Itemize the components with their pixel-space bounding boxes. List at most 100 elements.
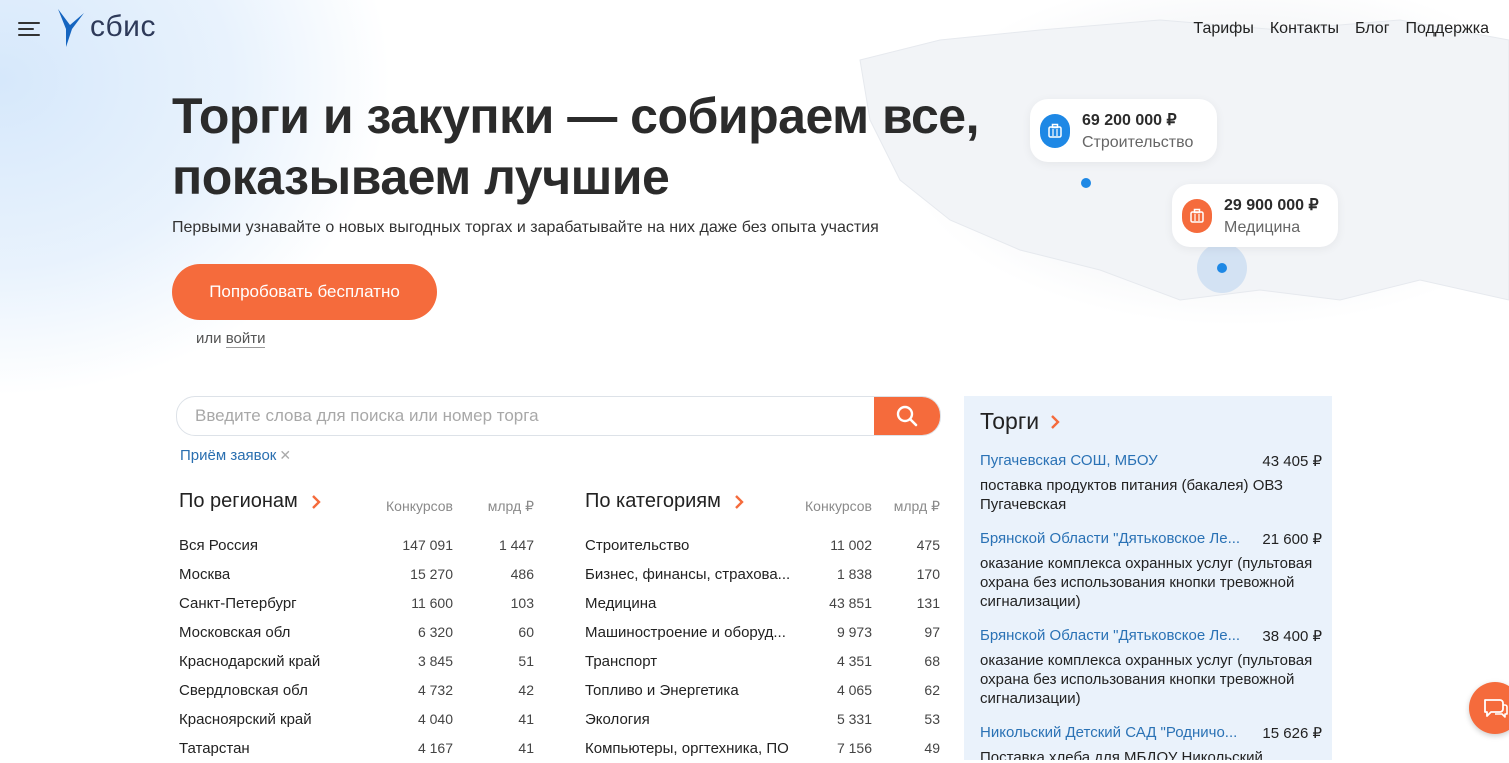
category-count: 11 002	[830, 537, 872, 553]
category-name: Строительство	[585, 537, 690, 554]
category-count: 4 351	[836, 653, 872, 669]
region-count: 11 600	[411, 595, 453, 611]
region-sum: 51	[518, 653, 534, 669]
regions-col-sum: млрд ₽	[487, 498, 534, 514]
hero-title: Торги и закупки — собираем все, показыва…	[172, 86, 1032, 208]
tender-item[interactable]: Никольский Детский САД "Родничо... 15 62…	[980, 724, 1322, 760]
tender-item[interactable]: Брянской Области "Дятьковское Ле... 21 6…	[980, 530, 1322, 611]
chevron-right-icon	[1051, 414, 1060, 429]
region-count: 4 167	[417, 740, 453, 756]
map-card-amount: 69 200 000 ₽	[1082, 111, 1177, 129]
nav-link-contacts[interactable]: Контакты	[1270, 20, 1339, 38]
nav-link-support[interactable]: Поддержка	[1406, 20, 1489, 38]
map-point	[1217, 263, 1227, 273]
map-card-medicine[interactable]: 29 900 000 ₽ Медицина	[1172, 184, 1338, 247]
search-button[interactable]	[874, 397, 940, 435]
list-item[interactable]: Свердловская обл 4 732 42	[179, 676, 534, 705]
list-item[interactable]: Машиностроение и оборуд... 9 973 97	[585, 618, 940, 647]
category-name: Бизнес, финансы, страхова...	[585, 566, 791, 583]
list-item[interactable]: Топливо и Энергетика 4 065 62	[585, 676, 940, 705]
region-sum: 41	[518, 740, 534, 756]
tender-price: 43 405 ₽	[1262, 453, 1322, 470]
category-count: 1 838	[836, 566, 872, 582]
tender-description: поставка продуктов питания (бакалея) ОВЗ…	[980, 477, 1283, 513]
tender-org-link[interactable]: Пугачевская СОШ, МБОУ	[980, 452, 1254, 469]
region-sum: 486	[510, 566, 534, 582]
tender-description: оказание комплекса охранных услуг (пульт…	[980, 555, 1313, 610]
tender-description: Поставка хлеба для МБДОУ Никольский	[980, 749, 1263, 760]
category-count: 7 156	[836, 740, 872, 756]
search-icon	[896, 405, 918, 427]
category-sum: 131	[916, 595, 940, 611]
list-item[interactable]: Вся Россия 147 091 1 447	[179, 531, 534, 560]
region-sum: 103	[510, 595, 534, 611]
category-sum: 68	[924, 653, 940, 669]
or-login-line: или войти	[196, 330, 266, 348]
categories-col-sum: млрд ₽	[893, 498, 940, 514]
briefcase-icon	[1182, 198, 1212, 233]
search-input[interactable]	[177, 397, 874, 435]
tender-price: 21 600 ₽	[1262, 531, 1322, 548]
category-name: Топливо и Энергетика	[585, 682, 739, 699]
list-item[interactable]: Татарстан 4 167 41	[179, 734, 534, 763]
region-count: 4 732	[417, 682, 453, 698]
list-item[interactable]: Экология 5 331 53	[585, 705, 940, 734]
category-name: Экология	[585, 711, 650, 728]
tender-item[interactable]: Брянской Области "Дятьковское Ле... 38 4…	[980, 627, 1322, 708]
login-link[interactable]: войти	[225, 330, 266, 348]
list-item[interactable]: Красноярский край 4 040 41	[179, 705, 534, 734]
region-count: 3 845	[417, 653, 453, 669]
tender-price: 15 626 ₽	[1262, 725, 1322, 742]
regions-col-count: Конкурсов	[386, 498, 453, 514]
list-item[interactable]: Москва 15 270 486	[179, 560, 534, 589]
list-item[interactable]: Транспорт 4 351 68	[585, 647, 940, 676]
category-count: 5 331	[836, 711, 872, 727]
category-name: Машиностроение и оборуд...	[585, 624, 786, 641]
nav-link-tariffs[interactable]: Тарифы	[1193, 20, 1253, 38]
logo-bird-icon	[58, 9, 84, 47]
tender-org-link[interactable]: Брянской Области "Дятьковское Ле...	[980, 530, 1254, 547]
tender-org-link[interactable]: Брянской Области "Дятьковское Ле...	[980, 627, 1254, 644]
logo-text: сбис	[90, 10, 156, 43]
list-item[interactable]: Бизнес, финансы, страхова... 1 838 170	[585, 560, 940, 589]
category-name: Транспорт	[585, 653, 658, 670]
filter-chip-label: Приём заявок	[180, 447, 277, 464]
category-count: 9 973	[836, 624, 872, 640]
list-item[interactable]: Строительство 11 002 475	[585, 531, 940, 560]
region-name: Московская обл	[179, 624, 291, 641]
list-item[interactable]: Краснодарский край 3 845 51	[179, 647, 534, 676]
list-item[interactable]: Московская обл 6 320 60	[179, 618, 534, 647]
list-item[interactable]: Компьютеры, оргтехника, ПО 7 156 49	[585, 734, 940, 763]
close-icon[interactable]: ✕	[279, 447, 291, 464]
list-item[interactable]: Санкт-Петербург 11 600 103	[179, 589, 534, 618]
tenders-panel: Торги Пугачевская СОШ, МБОУ 43 405 ₽ пос…	[964, 396, 1332, 760]
regions-title: По регионам	[179, 490, 298, 512]
region-count: 4 040	[417, 711, 453, 727]
sbis-logo[interactable]: сбис	[56, 6, 176, 48]
filter-chip-accepting[interactable]: Приём заявок ✕	[180, 447, 291, 464]
category-name: Компьютеры, оргтехника, ПО	[585, 740, 789, 757]
region-name: Москва	[179, 566, 231, 583]
chevron-right-icon	[734, 494, 744, 509]
nav-link-blog[interactable]: Блог	[1355, 20, 1390, 38]
region-count: 15 270	[410, 566, 453, 582]
try-free-button[interactable]: Попробовать бесплатно	[172, 264, 437, 320]
category-sum: 97	[924, 624, 940, 640]
region-sum: 60	[518, 624, 534, 640]
tender-item[interactable]: Пугачевская СОШ, МБОУ 43 405 ₽ поставка …	[980, 452, 1322, 514]
region-name: Санкт-Петербург	[179, 595, 297, 612]
category-count: 43 851	[829, 595, 872, 611]
tender-org-link[interactable]: Никольский Детский САД "Родничо...	[980, 724, 1254, 741]
categories-header[interactable]: По категориям	[585, 490, 749, 513]
list-item[interactable]: Медицина 43 851 131	[585, 589, 940, 618]
region-name: Вся Россия	[179, 537, 258, 554]
map-card-construction[interactable]: 69 200 000 ₽ Строительство	[1030, 99, 1217, 162]
hero-subtitle: Первыми узнавайте о новых выгодных торга…	[172, 219, 879, 236]
menu-icon[interactable]	[18, 20, 40, 38]
region-count: 6 320	[417, 624, 453, 640]
region-count: 147 091	[402, 537, 453, 553]
region-sum: 41	[518, 711, 534, 727]
regions-header[interactable]: По регионам	[179, 490, 326, 513]
tenders-title-link[interactable]: Торги	[980, 408, 1065, 435]
region-sum: 42	[518, 682, 534, 698]
